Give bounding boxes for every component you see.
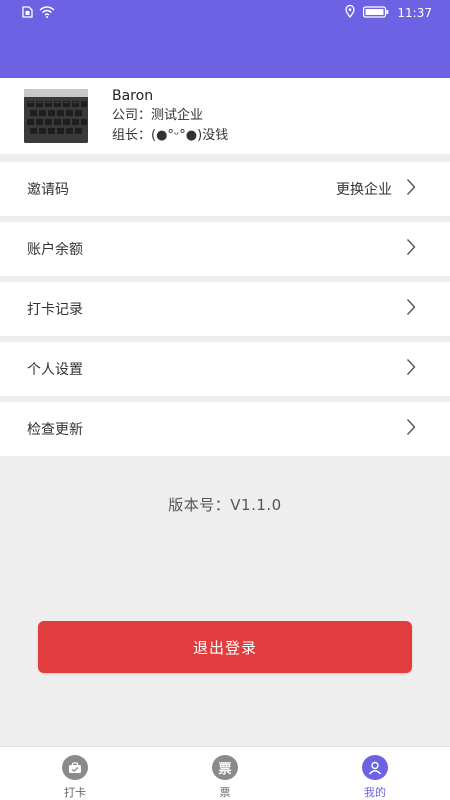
clock-in-icon <box>62 755 88 780</box>
menu-label: 邀请码 <box>27 182 69 198</box>
wifi-icon <box>39 5 55 21</box>
profile-card[interactable]: Baron 公司：测试企业 组长：(●°ᵕ°●)没钱 <box>0 78 450 154</box>
menu-row-check-updates[interactable]: 检查更新 <box>0 402 450 456</box>
menu-row-invite-code[interactable]: 邀请码 更换企业 <box>0 162 450 216</box>
menu-label: 打卡记录 <box>27 302 83 318</box>
logout-button[interactable]: 退出登录 <box>38 621 412 673</box>
status-time: 11:37 <box>397 6 432 20</box>
user-icon <box>362 755 388 780</box>
version-text: 版本号：V1.1.0 <box>168 496 282 514</box>
status-bar: 11:37 <box>0 0 450 26</box>
chevron-right-icon <box>406 298 416 320</box>
change-company-link[interactable]: 更换企业 <box>336 179 392 199</box>
menu-row-personal-settings[interactable]: 个人设置 <box>0 342 450 396</box>
chevron-right-icon <box>406 418 416 440</box>
tab-clock-in[interactable]: 打卡 <box>0 747 150 800</box>
header-band <box>0 26 450 78</box>
chevron-right-icon <box>406 238 416 260</box>
tab-mine[interactable]: 我的 <box>300 747 450 800</box>
chevron-right-icon <box>406 358 416 380</box>
battery-icon <box>363 5 389 21</box>
sim-card-icon <box>22 5 33 21</box>
menu-row-account-balance[interactable]: 账户余额 <box>0 222 450 276</box>
tab-ticket[interactable]: 票 票 <box>150 747 300 800</box>
menu-label: 个人设置 <box>27 362 83 378</box>
chevron-right-icon <box>406 178 416 200</box>
avatar[interactable] <box>24 89 88 143</box>
tab-label: 我的 <box>364 786 386 799</box>
menu-label: 检查更新 <box>27 422 83 438</box>
profile-name: Baron <box>112 88 154 104</box>
profile-leader: 组长：(●°ᵕ°●)没钱 <box>112 128 229 143</box>
tab-label: 打卡 <box>64 786 86 799</box>
menu-row-clock-in-records[interactable]: 打卡记录 <box>0 282 450 336</box>
ticket-icon: 票 <box>212 755 238 780</box>
profile-info: Baron 公司：测试企业 组长：(●°ᵕ°●)没钱 <box>112 87 228 145</box>
tab-label: 票 <box>219 786 231 799</box>
location-icon <box>345 4 356 21</box>
menu-label: 账户余额 <box>27 242 83 258</box>
profile-company: 公司：测试企业 <box>112 108 204 123</box>
bottom-tab-bar: 打卡 票 票 我的 <box>0 746 450 800</box>
